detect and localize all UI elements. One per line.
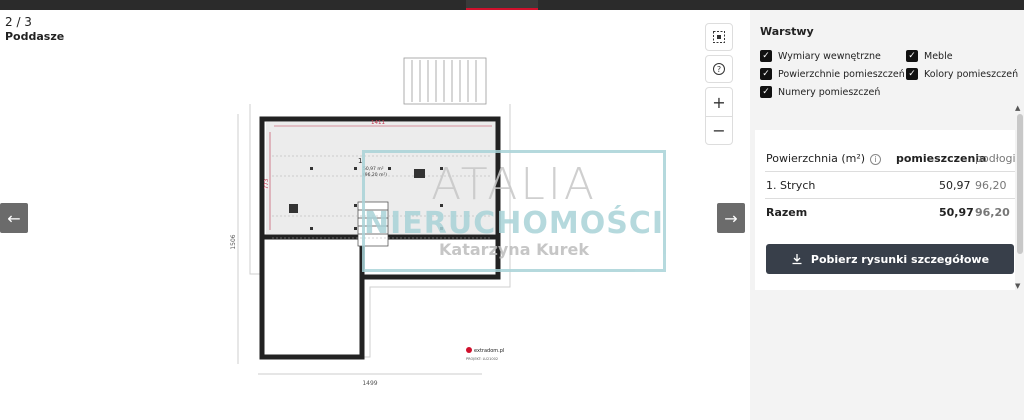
scroll-down-icon[interactable]: ▼ xyxy=(1015,282,1020,290)
watermark-line-3: Katarzyna Kurek xyxy=(439,240,589,259)
dim-inner-label: 773 xyxy=(264,178,270,189)
download-label: Pobierz rysunki szczegółowe xyxy=(810,252,990,266)
layer-label: Meble xyxy=(924,50,953,62)
help-icon: ? xyxy=(713,63,725,75)
layers-title: Warstwy xyxy=(760,25,814,38)
download-icon xyxy=(792,254,802,265)
info-icon[interactable]: i xyxy=(870,153,882,165)
header-area: Powierzchnia (m²) i xyxy=(766,152,882,165)
layer-room-colors[interactable]: ✓ Kolory pomieszczeń xyxy=(906,68,1018,80)
layer-label: Wymiary wewnętrzne xyxy=(778,50,881,62)
brand-name: extradom.pl xyxy=(474,348,504,354)
header-floor: podłogi xyxy=(975,152,1015,165)
dim-top-label: 1411 xyxy=(371,120,385,126)
watermark-line-1: ATALIA xyxy=(431,159,597,210)
floor-name: Poddasze xyxy=(5,30,65,43)
dim-left-label: 1506 xyxy=(230,234,237,249)
layer-label: Numery pomieszczeń xyxy=(778,86,881,98)
header-rooms: pomieszczenia xyxy=(896,152,987,165)
layer-room-numbers[interactable]: ✓ Numery pomieszczeń xyxy=(760,86,880,98)
dim-bottom-label: 1499 xyxy=(362,380,377,387)
watermark: ATALIA NIERUCHOMOŚCI Katarzyna Kurek xyxy=(362,150,666,272)
table-header: Powierzchnia (m²) i pomieszczenia podłogi xyxy=(765,145,1015,172)
total-room-area: 50,97 xyxy=(939,206,974,219)
row-room-area: 50,97 xyxy=(939,179,971,192)
layer-label: Kolory pomieszczeń xyxy=(924,68,1019,80)
plan-viewer[interactable]: 2 / 3 Poddasze 1506 1499 1411 773 1 50,9… xyxy=(0,10,750,420)
balcony xyxy=(403,57,487,105)
layer-room-areas[interactable]: ✓ Powierzchnie pomieszczeń xyxy=(760,68,905,80)
prev-page-button[interactable]: ← xyxy=(0,203,28,233)
layer-label: Powierzchnie pomieszczeń xyxy=(778,68,905,80)
checkbox-checked-icon[interactable]: ✓ xyxy=(906,68,918,80)
table-row: 1. Strych 50,97 96,20 xyxy=(765,172,1015,199)
checkbox-checked-icon[interactable]: ✓ xyxy=(760,68,772,80)
next-page-button[interactable]: → xyxy=(717,203,745,233)
checkbox-checked-icon[interactable]: ✓ xyxy=(760,86,772,98)
fit-screen-icon xyxy=(713,31,725,43)
checkbox-checked-icon[interactable]: ✓ xyxy=(760,50,772,62)
help-button[interactable]: ? xyxy=(705,55,733,83)
checkbox-checked-icon[interactable]: ✓ xyxy=(906,50,918,62)
page-counter: 2 / 3 xyxy=(5,15,32,29)
fit-screen-button[interactable] xyxy=(705,23,733,51)
table-total-row: Razem 50,97 96,20 xyxy=(765,199,1015,226)
zoom-in-button[interactable]: + xyxy=(706,88,732,116)
scroll-thumb[interactable] xyxy=(1017,114,1023,254)
zoom-out-button[interactable]: − xyxy=(706,116,732,144)
zoom-controls: + − xyxy=(705,87,733,145)
brand-logo xyxy=(466,347,472,353)
arrow-right-icon: → xyxy=(724,208,738,228)
svg-text:?: ? xyxy=(717,65,721,74)
row-name: 1. Strych xyxy=(766,179,816,192)
project-code: PROJEKT: LU21002 xyxy=(466,357,498,361)
total-floor-area: 96,20 xyxy=(975,206,1010,219)
download-drawings-button[interactable]: Pobierz rysunki szczegółowe xyxy=(766,244,1014,274)
top-bar xyxy=(0,0,1024,10)
scroll-up-icon[interactable]: ▲ xyxy=(1015,104,1020,112)
panel-scrollbar[interactable]: ▲ ▼ xyxy=(1015,104,1024,294)
area-table: Powierzchnia (m²) i pomieszczenia podłogi… xyxy=(765,145,1015,226)
row-floor-area: 96,20 xyxy=(975,179,1007,192)
layer-furniture[interactable]: ✓ Meble xyxy=(906,50,953,62)
arrow-left-icon: ← xyxy=(7,208,21,228)
active-tab-indicator[interactable] xyxy=(466,0,538,10)
total-name: Razem xyxy=(766,206,808,219)
layer-internal-dimensions[interactable]: ✓ Wymiary wewnętrzne xyxy=(760,50,881,62)
watermark-line-2: NIERUCHOMOŚCI xyxy=(364,206,664,241)
